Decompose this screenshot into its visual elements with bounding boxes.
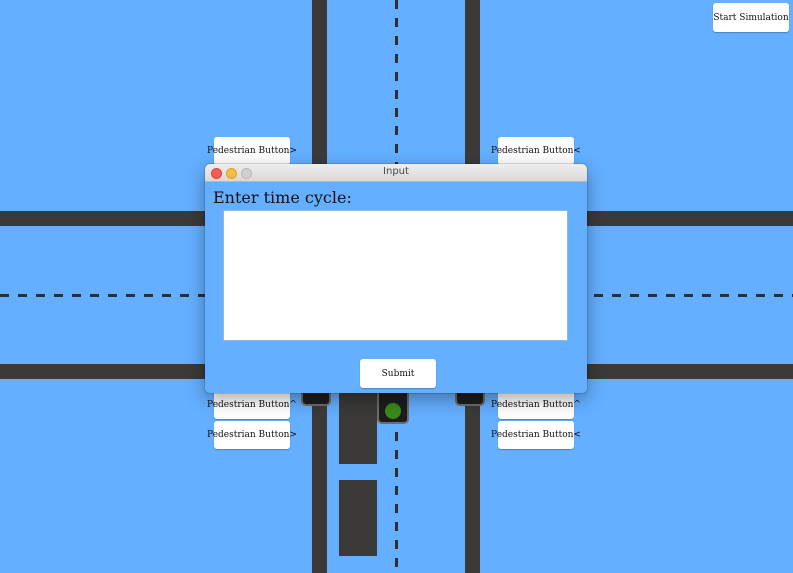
input-dialog: Input Enter time cycle: Submit: [205, 164, 587, 393]
pedestrian-button-bottom-left-right[interactable]: Pedestrian Button>: [207, 421, 297, 449]
car: [339, 480, 377, 556]
green-light: [385, 403, 401, 419]
pedestrian-button-top-right[interactable]: Pedestrian Button<: [491, 137, 581, 165]
pedestrian-button-bottom-left-up[interactable]: Pedestrian Button^: [207, 391, 297, 419]
time-cycle-label: Enter time cycle:: [213, 188, 352, 207]
submit-button[interactable]: Submit: [360, 359, 436, 388]
dialog-title: Input: [383, 166, 409, 177]
pedestrian-button-top-left[interactable]: Pedestrian Button>: [207, 137, 297, 165]
start-simulation-button[interactable]: Start Simulation: [713, 3, 789, 32]
pedestrian-button-bottom-right-up[interactable]: Pedestrian Button^: [491, 391, 581, 419]
time-cycle-input[interactable]: [223, 210, 568, 341]
dialog-titlebar[interactable]: Input: [205, 164, 587, 182]
car: [339, 390, 377, 464]
pedestrian-button-bottom-right-left[interactable]: Pedestrian Button<: [491, 421, 581, 449]
